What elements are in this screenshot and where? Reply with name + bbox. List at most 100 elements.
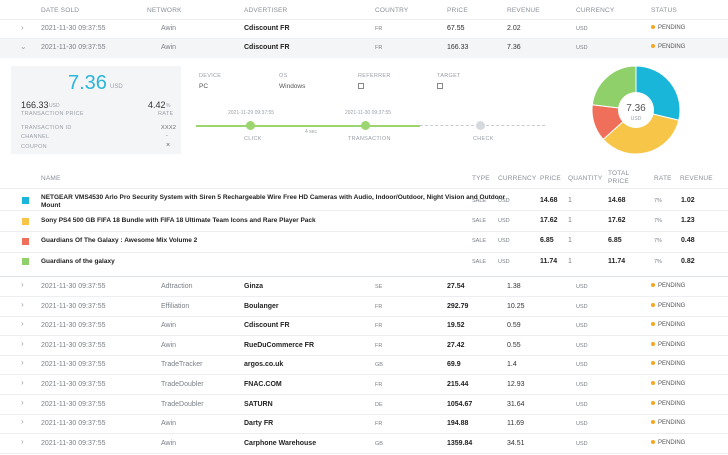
status-text: PENDING [658, 342, 686, 348]
transaction-price-label: TRANSACTION PRICE [21, 111, 84, 117]
chevron-right-icon[interactable]: › [21, 398, 24, 407]
status-text: PENDING [658, 283, 686, 289]
header-advertiser[interactable]: ADVERTISER [244, 7, 287, 14]
row-price: 69.9 [447, 361, 461, 368]
revenue-summary: 7.36 USD 166.33 USD TRANSACTION PRICE 4.… [11, 66, 181, 154]
row-advertiser: Carphone Warehouse [244, 440, 317, 447]
status-text: PENDING [658, 420, 686, 426]
product-type: SALE [472, 198, 487, 204]
device-label: DEVICE [199, 73, 222, 79]
chevron-right-icon[interactable]: › [21, 417, 24, 426]
row-revenue: 0.59 [507, 322, 521, 329]
chevron-right-icon[interactable]: › [21, 300, 24, 309]
product-rate: 7% [654, 218, 662, 224]
channel-label: CHANNEL [21, 134, 50, 140]
row-network: Awin [161, 440, 177, 447]
table-row[interactable]: › 2021-11-30 09:37:55 Awin Cdiscount FR FR 19… [0, 316, 728, 335]
table-row[interactable]: › 2021-11-30 09:37:55 Adtraction Ginza SE 27.… [0, 277, 728, 296]
row-advertiser: FNAC.COM [244, 381, 282, 388]
product-row: Guardians Of The Galaxy : Awesome Mix Vo… [0, 232, 728, 252]
row-currency: USD [576, 382, 588, 388]
product-quantity: 1 [568, 258, 572, 265]
status-badge: PENDING [651, 303, 685, 309]
row-advertiser: Cdiscount FR [244, 322, 290, 329]
products-header: NAME TYPE CURRENCY PRICE QUANTITY TOTAL … [0, 166, 728, 188]
row-revenue: 34.51 [507, 440, 525, 447]
status-text: PENDING [658, 44, 686, 50]
timeline-check-label: CHECK [473, 136, 494, 142]
header-country[interactable]: COUNTRY [375, 7, 408, 14]
row-country: SE [375, 284, 383, 290]
header-date-sold[interactable]: DATE SOLD [41, 7, 79, 14]
status-badge: PENDING [651, 342, 685, 348]
product-name: Guardians Of The Galaxy : Awesome Mix Vo… [41, 237, 198, 244]
timeline-check-node [476, 121, 485, 130]
header-revenue[interactable]: REVENUE [507, 7, 540, 14]
header-currency[interactable]: CURRENCY [576, 7, 614, 14]
row-country: GB [375, 441, 383, 447]
product-type: SALE [472, 259, 487, 265]
header-status[interactable]: STATUS [651, 7, 677, 14]
row-currency: USD [576, 304, 588, 310]
product-color-swatch [22, 238, 29, 245]
row-date: 2021-11-30 09:37:55 [41, 25, 106, 32]
status-text: PENDING [658, 361, 686, 367]
status-dot-icon [651, 322, 655, 327]
row-currency: USD [576, 402, 588, 408]
row-revenue: 12.93 [507, 381, 525, 388]
product-rate: 7% [654, 259, 662, 265]
row-currency: USD [576, 343, 588, 349]
timeline-click-time: 2021-11-29 09:37:55 [228, 110, 275, 116]
table-row[interactable]: › 2021-11-30 09:37:55 Awin Cdiscount FR … [0, 20, 728, 38]
row-price: 19.52 [447, 322, 465, 329]
chevron-right-icon[interactable]: › [21, 23, 24, 32]
status-badge: PENDING [651, 401, 685, 407]
chevron-down-icon[interactable]: ⌄ [20, 42, 27, 51]
row-price: 27.42 [447, 342, 465, 349]
product-color-swatch [22, 197, 29, 204]
referrer-link-icon[interactable] [358, 83, 364, 91]
products-header-total-1: TOTAL [608, 170, 630, 177]
timeline-transaction-label: TRANSACTION [348, 136, 391, 142]
status-badge: PENDING [651, 322, 685, 328]
products-header-type: TYPE [472, 175, 490, 182]
status-text: PENDING [658, 381, 686, 387]
header-price[interactable]: PRICE [447, 7, 468, 14]
os-label: OS [279, 73, 288, 79]
target-link-icon[interactable] [437, 83, 443, 91]
device-value: PC [199, 83, 209, 90]
product-type: SALE [472, 238, 487, 244]
table-row[interactable]: › 2021-11-30 09:37:55 TradeDoubler FNAC.COM… [0, 375, 728, 394]
status-dot-icon [651, 440, 655, 445]
chevron-right-icon[interactable]: › [21, 358, 24, 367]
row-advertiser: Boulanger [244, 303, 279, 310]
table-row[interactable]: › 2021-11-30 09:37:55 Effiliation Boulanger… [0, 297, 728, 316]
product-currency: USD [498, 198, 510, 204]
revenue-currency: USD [110, 84, 123, 90]
table-row[interactable]: › 2021-11-30 09:37:55 Awin Carphone Warehou… [0, 434, 728, 453]
row-network: Effiliation [161, 303, 190, 310]
product-rate: 7% [654, 198, 662, 204]
row-revenue: 0.55 [507, 342, 521, 349]
chevron-right-icon[interactable]: › [21, 437, 24, 446]
chevron-right-icon[interactable]: › [21, 339, 24, 348]
header-network[interactable]: NETWORK [147, 7, 182, 14]
table-row[interactable]: › 2021-11-30 09:37:55 TradeTracker argos.co… [0, 355, 728, 374]
table-row[interactable]: › 2021-11-30 09:37:55 TradeDoubler SATURN DE… [0, 395, 728, 414]
table-row[interactable]: › 2021-11-30 09:37:55 Awin RueDuCommerce FR… [0, 336, 728, 355]
products-header-quantity: QUANTITY [568, 175, 603, 182]
table-row-expanded[interactable]: ⌄ 2021-11-30 09:37:55 Awin Cdiscount FR … [0, 39, 728, 58]
product-row: NETGEAR VMS4530 Arlo Pro Security System… [0, 189, 728, 211]
row-revenue: 31.64 [507, 401, 525, 408]
row-country: FR [375, 343, 383, 349]
status-badge: PENDING [651, 44, 685, 50]
chevron-right-icon[interactable]: › [21, 378, 24, 387]
status-badge: PENDING [651, 361, 685, 367]
product-name: Sony PS4 500 GB FIFA 18 Bundle with FIFA… [41, 217, 316, 224]
status-dot-icon [651, 283, 655, 288]
product-price: 14.68 [540, 197, 558, 204]
chevron-right-icon[interactable]: › [21, 280, 24, 289]
chevron-right-icon[interactable]: › [21, 319, 24, 328]
table-row[interactable]: › 2021-11-30 09:37:55 Awin Darty FR FR 194.88… [0, 414, 728, 433]
product-name: NETGEAR VMS4530 Arlo Pro Security System… [41, 194, 506, 201]
